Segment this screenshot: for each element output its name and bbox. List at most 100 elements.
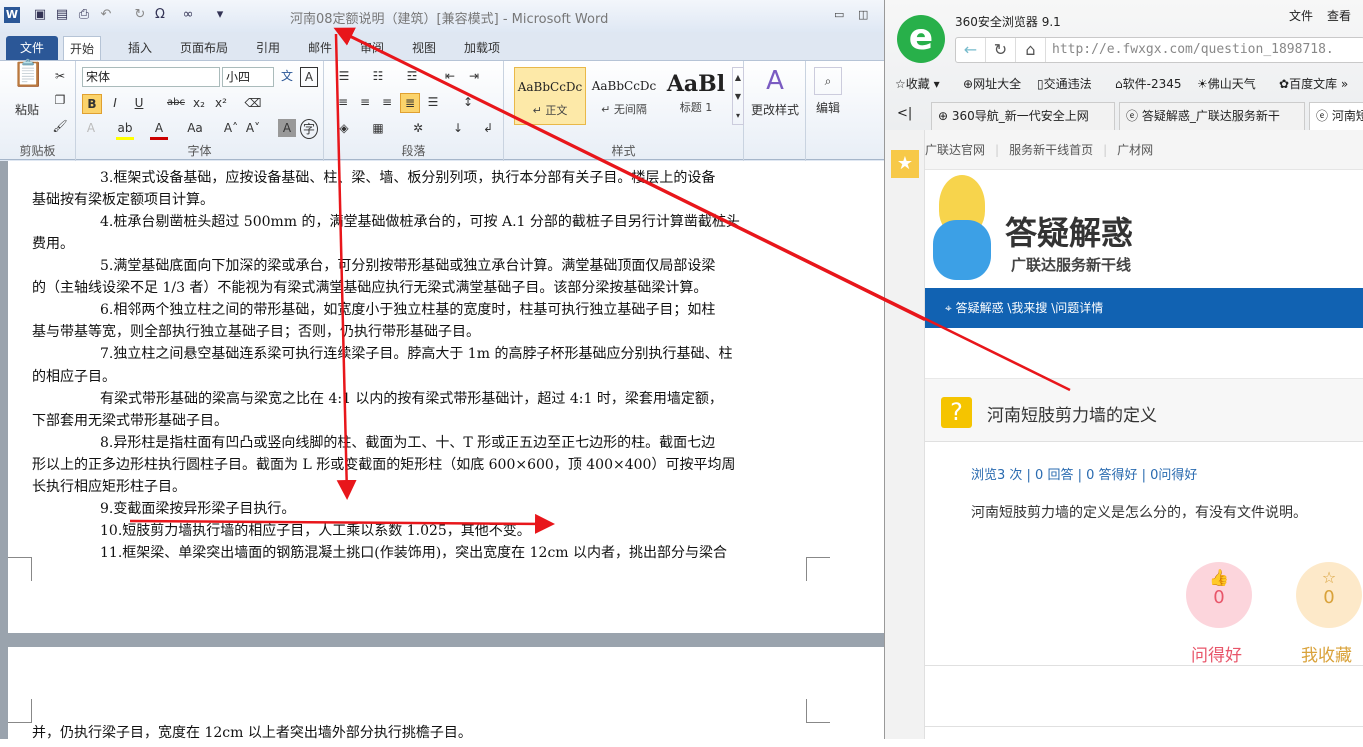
open-icon[interactable]: ▤ — [54, 7, 70, 23]
document-line: 6.相邻两个独立柱之间的带形基础，如宽度小于独立柱基的宽度时，柱基可执行独立基础… — [100, 302, 716, 319]
print-icon[interactable]: ⎙ — [76, 7, 92, 23]
customize-qat-icon[interactable]: ▾ — [212, 7, 228, 23]
change-styles-button[interactable]: A 更改样式 — [744, 61, 806, 161]
tab-mailings[interactable]: 邮件 — [302, 36, 338, 60]
address-bar[interactable]: ← ↻ ⌂ http://e.fwxgx.com/question_189871… — [955, 37, 1363, 63]
char-shading-icon[interactable]: A — [278, 119, 296, 137]
url-text[interactable]: http://e.fwxgx.com/question_1898718. — [1052, 42, 1334, 57]
tab-scroll-left[interactable]: <| — [897, 106, 912, 121]
favorites-star-icon[interactable]: ★ — [891, 150, 919, 178]
cut-icon[interactable]: ✂ — [52, 67, 68, 85]
show-marks-icon[interactable]: ↲ — [478, 119, 498, 137]
tab-review[interactable]: 审阅 — [354, 36, 390, 60]
tab-view[interactable]: 视图 — [406, 36, 442, 60]
menu-file[interactable]: 文件 — [1289, 7, 1313, 24]
favorite-button[interactable]: ☆ 0 — [1296, 562, 1362, 628]
text-effects-icon[interactable]: A — [82, 119, 100, 137]
undo-icon[interactable]: ↶ — [98, 7, 114, 23]
highlight-icon[interactable]: ab — [116, 119, 134, 140]
tab-home[interactable]: 开始 — [63, 36, 102, 60]
tab-page-layout[interactable]: 页面布局 — [174, 36, 234, 60]
breadcrumb-text[interactable]: 答疑解惑 \我来搜 \问题详情 — [956, 301, 1104, 315]
increase-indent-icon[interactable]: ⇥ — [464, 67, 484, 85]
divider — [925, 726, 1363, 727]
distributed-icon[interactable]: ☰ — [424, 93, 442, 111]
italic-button[interactable]: I — [106, 94, 124, 112]
grow-font-icon[interactable]: A˄ — [222, 119, 240, 137]
document-area[interactable]: 3.框架式设备基础，应按设备基础、柱、梁、墙、板分别列项，执行本分部有关子目。楼… — [0, 161, 884, 747]
numbering-icon[interactable]: ☷ — [368, 67, 388, 85]
back-button[interactable]: ← — [956, 38, 986, 62]
style-no-spacing[interactable]: AaBbCcDc ↵ 无间隔 — [588, 67, 660, 125]
phonetic-guide-icon[interactable]: 文 — [278, 67, 296, 85]
borders-icon[interactable]: ▦ — [368, 119, 388, 137]
shading-icon[interactable]: ◈ — [334, 119, 354, 137]
asian-layout-icon[interactable]: ✲ — [408, 119, 428, 137]
bullets-icon[interactable]: ☰ — [334, 67, 354, 85]
equation-icon[interactable]: ∞ — [180, 7, 196, 23]
subscript-button[interactable]: x₂ — [190, 94, 208, 112]
tab-addins[interactable]: 加载项 — [458, 36, 506, 60]
change-case-icon[interactable]: Aa — [184, 119, 206, 137]
enclose-char-icon[interactable]: 字 — [300, 119, 318, 139]
nav-link[interactable]: 服务新干线首页 — [1009, 143, 1093, 157]
ask-good-button[interactable]: 👍 0 — [1186, 562, 1252, 628]
underline-button[interactable]: U — [130, 94, 148, 112]
good-count: 0 — [1213, 587, 1225, 608]
document-page[interactable]: 并，仍执行梁子目，宽度在 12cm 以上者突出墙外部分执行挑檐子目。 — [8, 647, 884, 747]
bookmark-item[interactable]: ▯交通违法 — [1037, 75, 1092, 92]
home-button[interactable]: ⌂ — [1016, 38, 1046, 62]
char-border-icon[interactable]: A — [300, 67, 318, 87]
browser-tab[interactable]: ⊕ 360导航_新一代安全上网 — [931, 102, 1115, 130]
superscript-button[interactable]: x² — [212, 94, 230, 112]
justify-icon[interactable]: ≣ — [400, 93, 420, 113]
tab-insert[interactable]: 插入 — [122, 36, 158, 60]
ask-good-label[interactable]: 问得好 — [1191, 641, 1242, 666]
align-left-icon[interactable]: ≡ — [334, 93, 352, 111]
favorite-label[interactable]: 我收藏 — [1301, 641, 1352, 666]
decrease-indent-icon[interactable]: ⇤ — [440, 67, 460, 85]
crop-mark — [8, 557, 32, 581]
nav-link[interactable]: 广材网 — [1117, 143, 1153, 157]
minimize-button[interactable]: ▭ — [834, 8, 844, 21]
font-size-select[interactable]: 小四 — [222, 67, 274, 87]
paste-icon[interactable]: 📋 — [12, 61, 44, 97]
tab-references[interactable]: 引用 — [250, 36, 286, 60]
redo-icon[interactable]: ↻ — [132, 7, 148, 23]
align-center-icon[interactable]: ≡ — [356, 93, 374, 111]
symbol-icon[interactable]: Ω — [152, 7, 168, 23]
browser-tab[interactable]: ⓔ 答疑解惑_广联达服务新干 — [1119, 102, 1305, 130]
style-normal[interactable]: AaBbCcDc ↵ 正文 — [514, 67, 586, 125]
tab-file[interactable]: 文件 — [6, 36, 58, 60]
align-right-icon[interactable]: ≡ — [378, 93, 396, 111]
font-color-icon[interactable]: A — [150, 119, 168, 140]
multilevel-list-icon[interactable]: ☲ — [402, 67, 422, 85]
restore-button[interactable]: ◫ — [858, 8, 868, 21]
format-painter-icon[interactable]: 🖌 — [52, 117, 68, 135]
styles-scroll[interactable]: ▲ ▼ ▾ — [732, 67, 744, 125]
save-icon[interactable]: ▣ — [32, 7, 48, 23]
menu-view[interactable]: 查看 — [1327, 7, 1351, 24]
bookmark-item[interactable]: ✿百度文库 » — [1279, 75, 1348, 92]
style-name: ↵ 无间隔 — [601, 103, 647, 116]
reload-button[interactable]: ↻ — [986, 38, 1016, 62]
sort-icon[interactable]: ↓ — [448, 119, 468, 137]
nav-link[interactable]: 广联达官网 — [925, 143, 985, 157]
strikethrough-button[interactable]: abc — [164, 94, 188, 112]
edit-button[interactable]: ⌕ 编辑 — [806, 61, 850, 161]
word-app-icon[interactable]: W — [4, 7, 20, 23]
document-page[interactable]: 3.框架式设备基础，应按设备基础、柱、梁、墙、板分别列项，执行本分部有关子目。楼… — [8, 161, 884, 633]
font-name-select[interactable]: 宋体 — [82, 67, 220, 87]
line-spacing-icon[interactable]: ↕ — [458, 93, 478, 111]
bookmark-item[interactable]: ⌂软件-2345 — [1115, 75, 1182, 92]
clear-format-icon[interactable]: ⌫ — [244, 94, 262, 112]
bookmark-item[interactable]: ⊕网址大全 — [963, 75, 1021, 92]
paste-button[interactable]: 粘贴 — [12, 101, 42, 119]
browser-tab-active[interactable]: ⓔ 河南短 — [1309, 102, 1363, 130]
style-heading-1[interactable]: AaBl 标题 1 — [660, 67, 732, 125]
copy-icon[interactable]: ❐ — [52, 91, 68, 109]
bold-button[interactable]: B — [82, 94, 102, 114]
shrink-font-icon[interactable]: A˅ — [244, 119, 262, 137]
bookmark-favorites[interactable]: ☆收藏 ▾ — [895, 75, 940, 92]
bookmark-item[interactable]: ☀佛山天气 — [1197, 75, 1256, 92]
